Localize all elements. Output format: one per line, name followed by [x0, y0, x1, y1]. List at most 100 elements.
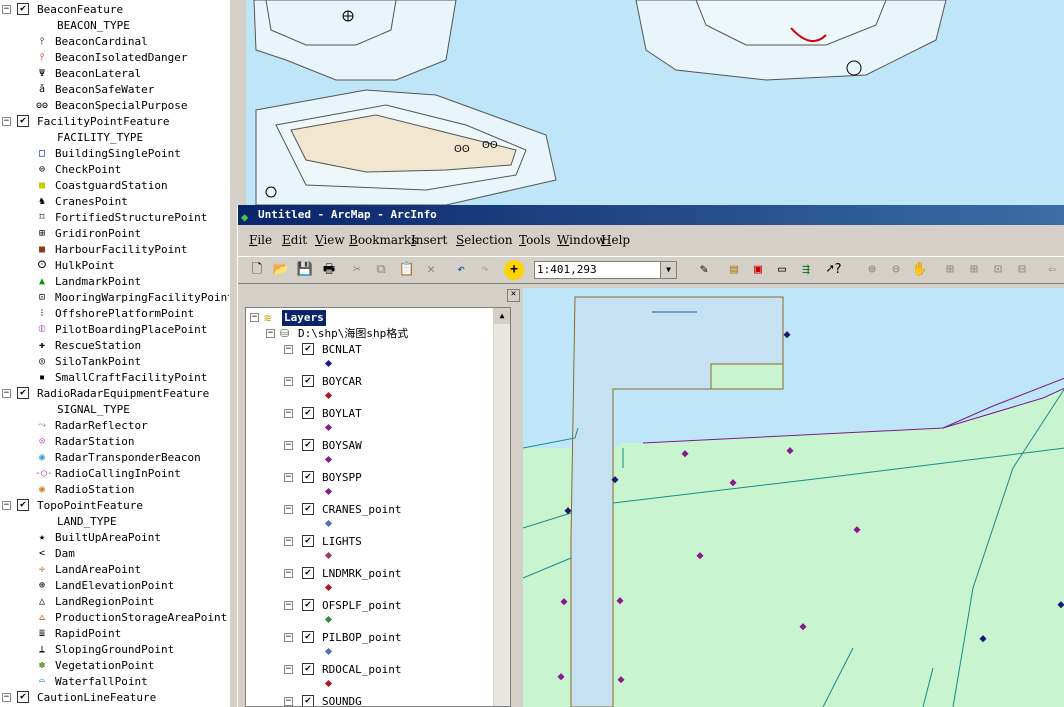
- legend-item[interactable]: □ BuildingSinglePoint: [0, 146, 229, 162]
- legend-item[interactable]: ◎ SiloTankPoint: [0, 354, 229, 370]
- collapse-icon[interactable]: −: [2, 389, 11, 398]
- toc-layer[interactable]: − ✔ PILBOP_point: [284, 630, 484, 646]
- layer-visibility-checkbox[interactable]: ✔: [302, 567, 314, 579]
- legend-item[interactable]: ⊕ LandElevationPoint: [0, 578, 229, 594]
- toc-layer[interactable]: − ✔ RDOCAL_point: [284, 662, 484, 678]
- collapse-icon[interactable]: −: [284, 665, 293, 674]
- legend-item[interactable]: ⵙ HulkPoint: [0, 258, 229, 274]
- layer-visibility-checkbox[interactable]: ✔: [302, 471, 314, 483]
- new-document-icon[interactable]: 🗋: [247, 260, 267, 280]
- legend-item[interactable]: ⊙ RadarStation: [0, 434, 229, 450]
- close-icon[interactable]: ✕: [507, 289, 520, 302]
- legend-group[interactable]: − ✔ CautionLineFeature: [0, 690, 229, 706]
- menu-insert[interactable]: Insert: [411, 229, 447, 251]
- model-builder-icon[interactable]: ⇶: [796, 260, 816, 280]
- legend-item[interactable]: ⩟ ProductionStorageAreaPoint: [0, 610, 229, 626]
- redo-icon[interactable]: ↷: [475, 260, 495, 280]
- legend-group[interactable]: − ✔ BeaconFeature: [0, 2, 229, 18]
- collapse-icon[interactable]: −: [2, 117, 11, 126]
- legend-item[interactable]: ⌓ WaterfallPoint: [0, 674, 229, 690]
- add-data-icon[interactable]: +: [504, 260, 524, 280]
- legend-item[interactable]: ✚ RescueStation: [0, 338, 229, 354]
- layer-visibility-checkbox[interactable]: ✔: [302, 343, 314, 355]
- layer-visibility-checkbox[interactable]: ✔: [302, 375, 314, 387]
- cut-icon[interactable]: ✂: [347, 260, 367, 280]
- map-view[interactable]: [523, 288, 1064, 707]
- arctoolbox-icon[interactable]: ▣: [748, 260, 768, 280]
- copy-icon[interactable]: ⧉: [371, 260, 391, 280]
- toc-layer[interactable]: − ✔ BOYSAW: [284, 438, 484, 454]
- layer-visibility-checkbox[interactable]: ✔: [302, 663, 314, 675]
- paste-icon[interactable]: 📋: [397, 260, 417, 280]
- zoom-to-layer-icon[interactable]: ⊟: [1012, 260, 1032, 280]
- toc-layer[interactable]: − ✔ OFSPLF_point: [284, 598, 484, 614]
- collapse-icon[interactable]: −: [284, 377, 293, 386]
- collapse-icon[interactable]: −: [284, 409, 293, 418]
- fixed-zoom-out-icon[interactable]: ⊞: [964, 260, 984, 280]
- toc-layer[interactable]: − ✔ SOUNDG: [284, 694, 484, 706]
- legend-group[interactable]: − ✔ FacilityPointFeature: [0, 114, 229, 130]
- fixed-zoom-in-icon[interactable]: ⊞: [940, 260, 960, 280]
- collapse-icon[interactable]: −: [284, 633, 293, 642]
- layer-visibility-checkbox[interactable]: ✔: [17, 3, 29, 15]
- legend-group[interactable]: − ✔ RadioRadarEquipmentFeature: [0, 386, 229, 402]
- delete-icon[interactable]: ✕: [421, 260, 441, 280]
- collapse-icon[interactable]: −: [284, 569, 293, 578]
- zoom-in-tool-icon[interactable]: ⊕: [862, 260, 882, 280]
- collapse-icon[interactable]: −: [284, 537, 293, 546]
- legend-item[interactable]: △ LandRegionPoint: [0, 594, 229, 610]
- legend-item[interactable]: ≣ RapidPoint: [0, 626, 229, 642]
- menu-selection[interactable]: Selection: [456, 229, 513, 251]
- menu-view[interactable]: View: [315, 229, 345, 251]
- collapse-icon[interactable]: −: [266, 329, 275, 338]
- collapse-icon[interactable]: −: [2, 693, 11, 702]
- legend-item[interactable]: ⊡ MooringWarpingFacilityPoint: [0, 290, 229, 306]
- legend-item[interactable]: ⫯ BeaconIsolatedDanger: [0, 50, 229, 66]
- legend-item[interactable]: ▲ LandmarkPoint: [0, 274, 229, 290]
- menu-edit[interactable]: Edit: [282, 229, 307, 251]
- legend-item[interactable]: ★ BuiltUpAreaPoint: [0, 530, 229, 546]
- legend-item[interactable]: ■ HarbourFacilityPoint: [0, 242, 229, 258]
- collapse-icon[interactable]: −: [284, 473, 293, 482]
- legend-item[interactable]: ⁝ OffshorePlatformPoint: [0, 306, 229, 322]
- legend-item[interactable]: ⤳ RadarReflector: [0, 418, 229, 434]
- menu-tools[interactable]: Tools: [519, 229, 551, 251]
- zoom-out-tool-icon[interactable]: ⊖: [886, 260, 906, 280]
- whats-this-icon[interactable]: ➚?: [824, 260, 844, 280]
- collapse-icon[interactable]: −: [284, 697, 293, 706]
- map-scale-combobox[interactable]: 1:401,293 ▼: [534, 261, 677, 279]
- legend-item[interactable]: ▪ SmallCraftFacilityPoint: [0, 370, 229, 386]
- menu-help[interactable]: Help: [601, 229, 630, 251]
- legend-item[interactable]: ⊖ CheckPoint: [0, 162, 229, 178]
- legend-item[interactable]: ■ CoastguardStation: [0, 178, 229, 194]
- editor-toolbar-icon[interactable]: ✎: [694, 260, 714, 280]
- legend-item[interactable]: ʘʘ BeaconSpecialPurpose: [0, 98, 229, 114]
- toc-layer[interactable]: − ✔ CRANES_point: [284, 502, 484, 518]
- layer-visibility-checkbox[interactable]: ✔: [17, 387, 29, 399]
- legend-item[interactable]: ♞ CranesPoint: [0, 194, 229, 210]
- collapse-icon[interactable]: −: [284, 441, 293, 450]
- menu-window[interactable]: Window: [557, 229, 606, 251]
- save-icon[interactable]: 💾: [295, 260, 315, 280]
- arccatalog-icon[interactable]: ▤: [724, 260, 744, 280]
- collapse-icon[interactable]: −: [284, 505, 293, 514]
- menu-bookmarks[interactable]: Bookmarks: [349, 229, 417, 251]
- legend-item[interactable]: ⌑ FortifiedStructurePoint: [0, 210, 229, 226]
- toc-layer[interactable]: − ✔ LIGHTS: [284, 534, 484, 550]
- back-extent-icon[interactable]: ⇦: [1042, 260, 1062, 280]
- collapse-icon[interactable]: −: [284, 345, 293, 354]
- title-bar[interactable]: ◆ Untitled - ArcMap - ArcInfo: [238, 205, 1064, 225]
- layer-visibility-checkbox[interactable]: ✔: [17, 691, 29, 703]
- collapse-icon[interactable]: −: [284, 601, 293, 610]
- collapse-icon[interactable]: −: [250, 313, 259, 322]
- full-extent-icon[interactable]: ⊡: [988, 260, 1008, 280]
- layer-visibility-checkbox[interactable]: ✔: [302, 535, 314, 547]
- legend-item[interactable]: ◉ RadioStation: [0, 482, 229, 498]
- toc-layer[interactable]: − ✔ BOYLAT: [284, 406, 484, 422]
- legend-item[interactable]: ǎ BeaconSafeWater: [0, 82, 229, 98]
- open-icon[interactable]: 📂: [271, 260, 291, 280]
- layer-visibility-checkbox[interactable]: ✔: [302, 599, 314, 611]
- legend-item[interactable]: -○- RadioCallingInPoint: [0, 466, 229, 482]
- collapse-icon[interactable]: −: [2, 5, 11, 14]
- pan-tool-icon[interactable]: ✋: [910, 260, 930, 280]
